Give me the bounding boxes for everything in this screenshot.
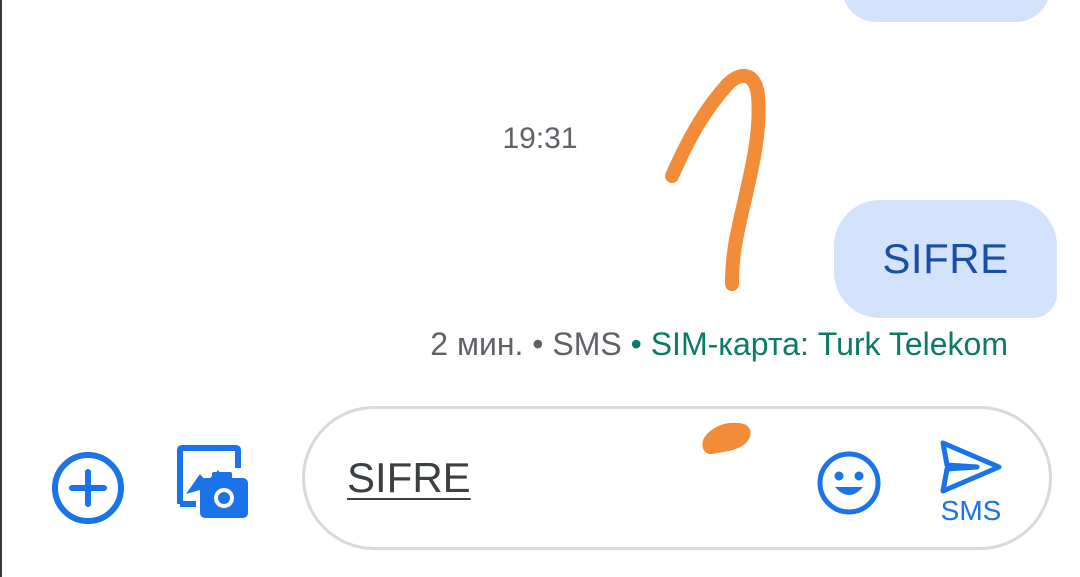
sent-message-bubble[interactable]: SIFRE xyxy=(834,200,1057,318)
sim-card-label: SIM-карта: Turk Telekom xyxy=(650,326,1008,362)
previous-message-bubble[interactable] xyxy=(842,0,1050,22)
message-time: 2 мин. xyxy=(430,326,524,362)
meta-separator: • xyxy=(523,326,553,362)
add-circle-icon xyxy=(52,452,124,524)
send-sms-button[interactable]: SMS xyxy=(925,433,1017,533)
smiley-icon xyxy=(817,451,881,515)
orange-annotation-stroke xyxy=(665,68,766,291)
message-status-line: 2 мин. • SMS • SIM-карта: Turk Telekom xyxy=(430,326,1008,363)
add-attachment-button[interactable] xyxy=(50,450,126,526)
gallery-camera-icon xyxy=(177,445,248,518)
media-picker-button[interactable] xyxy=(174,442,254,526)
sent-message-text: SIFRE xyxy=(882,235,1009,282)
meta-separator: • xyxy=(621,326,651,362)
message-input-text[interactable]: SIFRE xyxy=(347,454,471,502)
message-type: SMS xyxy=(552,326,622,362)
compose-bar: SIFRE SMS xyxy=(0,400,1080,577)
send-type-label: SMS xyxy=(940,495,1002,526)
emoji-button[interactable] xyxy=(815,449,883,517)
conversation-timestamp: 19:31 xyxy=(502,122,578,155)
send-arrow-icon xyxy=(940,440,1002,494)
message-input[interactable]: SIFRE SMS xyxy=(302,406,1052,550)
